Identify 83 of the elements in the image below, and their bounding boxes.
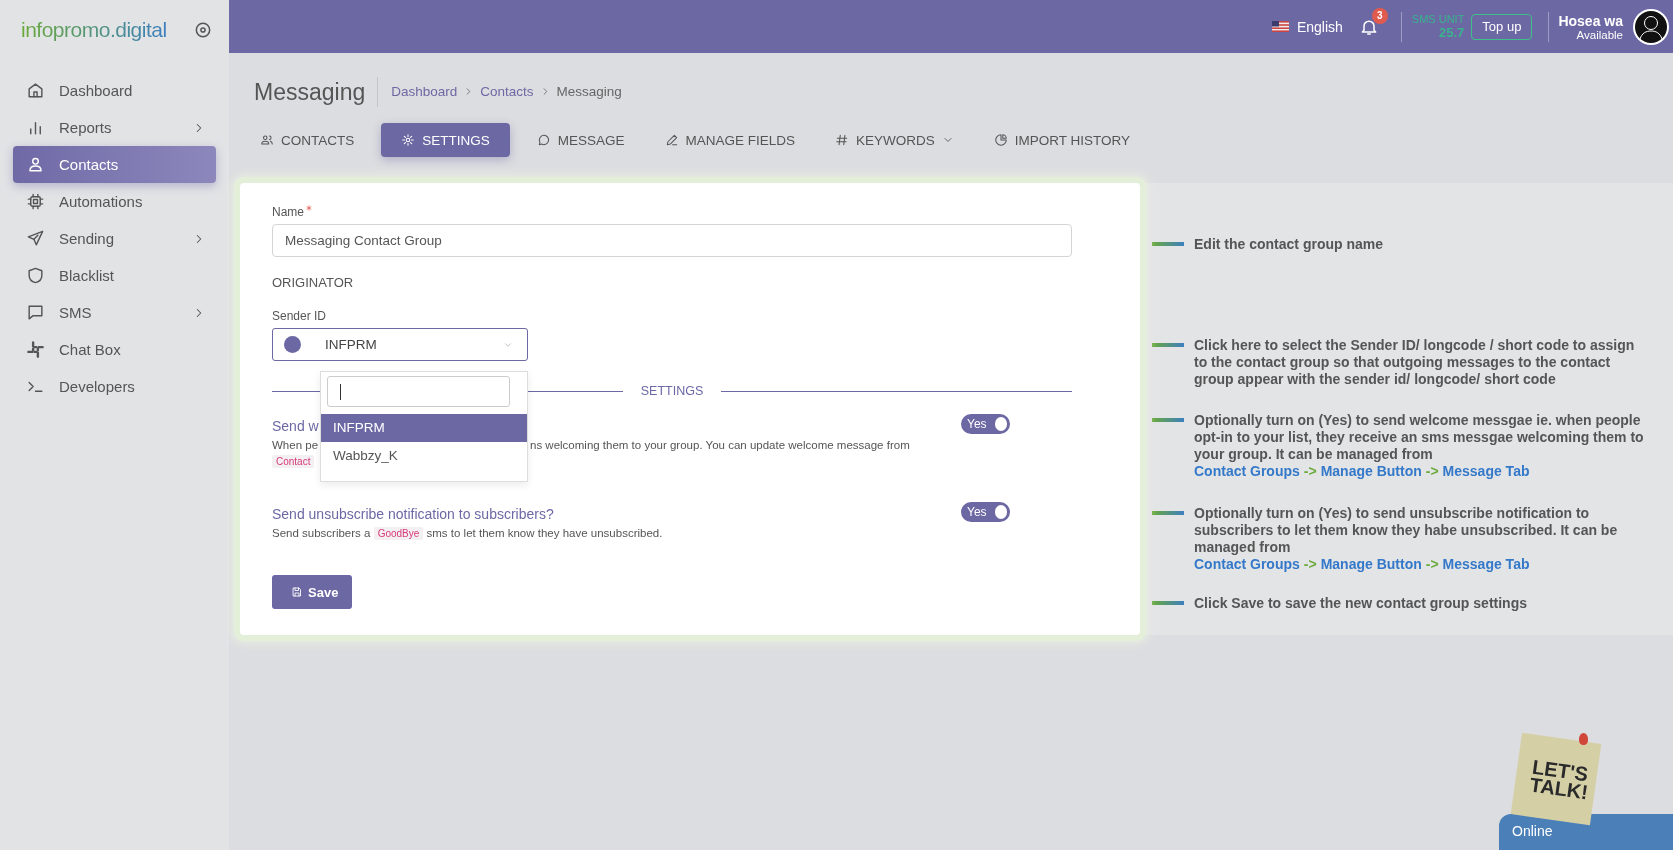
sidebar-item[interactable]: Automations [13,183,216,220]
floppy-disk-icon [291,586,303,598]
tab[interactable]: IMPORT HISTORY [980,123,1144,157]
user-status: Available [1576,28,1623,41]
tab[interactable]: MESSAGE [523,123,638,157]
dropdown-option[interactable]: Wabbzy_K [321,442,527,470]
sidebar-item[interactable]: Dashboard [13,72,216,109]
tab[interactable]: CONTACTS [247,123,368,157]
marker-bar [1152,418,1184,422]
sidebar-item[interactable]: Reports [13,109,216,146]
paper-plane-icon [26,229,45,248]
sidebar-item[interactable]: Contacts [13,146,216,183]
marker-bar [1152,511,1184,515]
option-description: Send subscribers a GoodBye sms to let them know they have unsubscribed. [272,527,663,539]
breadcrumb-link[interactable]: Dashboard [391,84,458,99]
shield-icon [26,266,45,285]
marker-bar [1152,601,1184,605]
field-label: Name [272,205,304,219]
help-note: Click Save to save the new contact group settings [1194,595,1527,612]
section-heading: SETTINGS [272,384,1072,398]
arrow-separator: -> [1303,463,1317,480]
help-link[interactable]: Message Tab [1442,556,1530,573]
marker-bar [1152,242,1184,246]
dropdown-option[interactable]: INFPRM [321,414,527,442]
pencil-icon [664,133,679,147]
breadcrumb-link[interactable]: Contacts [480,84,534,99]
option-description: ns welcoming them to your group. You can update welcome message from [530,439,910,451]
home-icon [26,81,45,100]
option-description: When pe [272,439,320,451]
help-note: Optionally turn on (Yes) to send welcome messgae ie. when people opt-in to your list, they receive an sms messgae welcoming them to your group. It can be managed from [1194,412,1645,463]
sticky-note[interactable]: LET'S TALK! [1510,732,1602,826]
help-note: Click here to select the Sender ID/ longcode / short code to assign to the contact group so that outgoing messages to the contact group appear with the sender id/ longcode/ short code [1194,337,1636,388]
hash-icon [835,133,850,147]
breadcrumb-current: Messaging [556,84,622,99]
chip-icon [26,192,45,211]
pin-icon [1579,733,1588,745]
sidebar-item[interactable]: Chat Box [13,331,216,368]
sender-id-select[interactable]: INFPRM [272,328,528,361]
arrow-separator: -> [1425,556,1439,573]
section-heading: ORIGINATOR [272,275,355,290]
page-title: Messaging [254,76,379,107]
speech-bubble-icon [26,303,45,322]
sidebar-item[interactable]: Blacklist [13,257,216,294]
sms-unit-value: 25.7 [1439,25,1465,40]
help-link[interactable]: Manage Button [1320,463,1422,480]
language-selector[interactable]: English [1296,18,1343,35]
field-label: Sender ID [272,309,328,323]
sidebar-item[interactable]: Developers [13,368,216,405]
speech-bubble-icon [536,133,551,147]
help-link[interactable]: Contact Groups [1194,463,1300,480]
name-field[interactable]: Messaging Contact Group [272,224,1072,257]
gear-icon [401,133,416,147]
help-link[interactable]: Contact Groups [1194,556,1300,573]
help-link[interactable]: Message Tab [1442,463,1530,480]
arrow-separator: -> [1425,463,1439,480]
arrow-separator: -> [1303,556,1317,573]
toggle-switch[interactable]: Yes [961,414,1010,434]
tab[interactable]: MANAGE FIELDS [651,123,809,157]
notification-count: 3 [1371,7,1388,24]
sms-unit-label: SMS UNIT [1411,13,1465,25]
help-link[interactable]: Manage Button [1320,556,1422,573]
person-icon [26,155,45,174]
people-icon [260,133,274,147]
pie-chart-icon [993,133,1008,147]
option-title: Send unsubscribe notification to subscribers? [272,506,554,522]
code-tag: Contact [272,455,315,468]
flag-icon [1271,21,1289,32]
search-field[interactable] [327,376,510,407]
tab[interactable]: SETTINGS [381,123,510,157]
user-name: Hosea wa [1558,12,1623,29]
sidebar-item[interactable]: SMS [13,294,216,331]
chat-status-bar[interactable]: Online [1499,814,1673,850]
target-icon [193,20,213,40]
tab[interactable]: KEYWORDS [822,123,967,157]
help-note: Optionally turn on (Yes) to send unsubscribe notification to subscribers to let them know they habe unsubscribed. It can be managed from [1194,505,1619,556]
top-up-button[interactable]: Top up [1471,13,1533,40]
marker-bar [1152,343,1184,347]
option-title: Send w [272,418,319,434]
avatar[interactable] [1633,8,1669,45]
help-note: Edit the contact group name [1194,236,1383,253]
save-button[interactable]: Save [272,575,353,609]
toggle-switch[interactable]: Yes [961,502,1010,522]
sidebar-item[interactable]: Sending [13,220,216,257]
